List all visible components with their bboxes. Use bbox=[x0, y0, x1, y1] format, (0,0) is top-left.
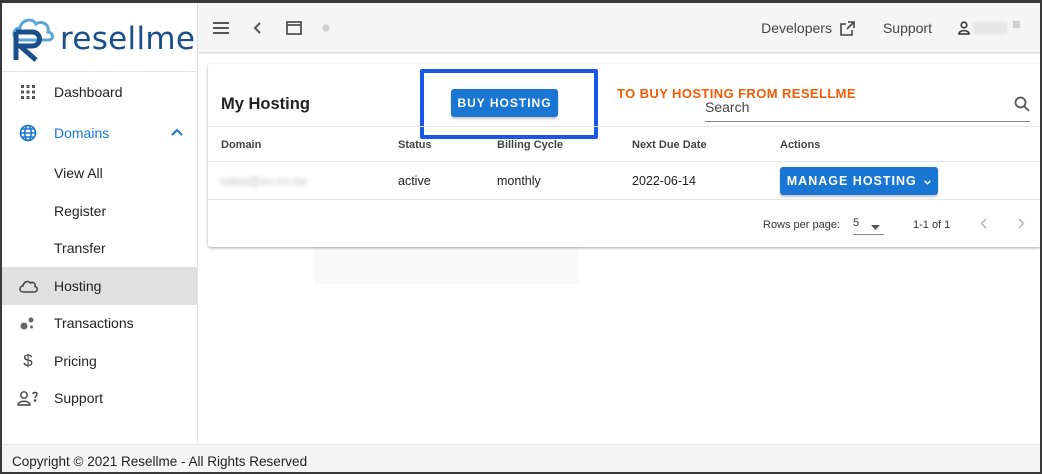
brand-name: resellme bbox=[60, 21, 196, 57]
menu-icon[interactable] bbox=[199, 21, 243, 34]
chevron-up-icon[interactable] bbox=[171, 123, 183, 139]
sidebar-item-label: Pricing bbox=[54, 352, 97, 369]
column-header-actions: Actions bbox=[780, 139, 821, 151]
account-badge bbox=[1013, 20, 1020, 28]
column-header-status[interactable]: Status bbox=[398, 139, 432, 151]
sidebar-item-label: Dashboard bbox=[54, 83, 123, 100]
globe-icon bbox=[2, 124, 54, 142]
back-chevron-icon[interactable] bbox=[243, 21, 271, 34]
column-header-billing-cycle[interactable]: Billing Cycle bbox=[497, 139, 563, 151]
search-input[interactable] bbox=[705, 96, 995, 118]
account-menu[interactable] bbox=[958, 20, 1020, 35]
copyright-text: Copyright © 2021 Resellme - All Rights R… bbox=[12, 453, 308, 469]
sidebar-item-label: View All bbox=[54, 165, 103, 182]
search-field bbox=[705, 96, 1030, 122]
grid-icon bbox=[2, 84, 54, 99]
support-link[interactable]: Support bbox=[883, 20, 932, 36]
page-title: My Hosting bbox=[221, 95, 310, 113]
buy-hosting-button[interactable]: BUY HOSTING bbox=[451, 89, 558, 117]
logo-cloud-r-icon bbox=[10, 12, 58, 62]
search-icon[interactable] bbox=[1014, 96, 1030, 117]
next-page-icon[interactable] bbox=[1018, 218, 1025, 232]
manage-hosting-button[interactable]: MANAGE HOSTING bbox=[780, 167, 938, 195]
sidebar: resellme Dashboard Domains View All Regi… bbox=[2, 3, 198, 444]
footer: Copyright © 2021 Resellme - All Rights R… bbox=[2, 444, 1040, 472]
sidebar-item-label: Hosting bbox=[54, 277, 102, 294]
pagination: Rows per page: 5 1-1 of 1 bbox=[208, 201, 1040, 246]
manage-hosting-label: MANAGE HOSTING bbox=[786, 174, 917, 188]
next-due-date-cell: 2022-06-14 bbox=[632, 174, 696, 188]
sidebar-item-domains[interactable]: Domains bbox=[2, 111, 197, 155]
sidebar-item-label: Domains bbox=[54, 124, 110, 141]
sidebar-item-hosting[interactable]: Hosting bbox=[2, 267, 197, 305]
sidebar-item-label: Register bbox=[54, 202, 107, 219]
person-help-icon bbox=[2, 390, 54, 406]
rows-per-page-select[interactable]: 5 bbox=[853, 213, 884, 235]
status-cell: active bbox=[398, 174, 431, 188]
caret-down-icon bbox=[871, 221, 880, 233]
sidebar-item-dashboard[interactable]: Dashboard bbox=[2, 73, 197, 111]
domain-cell-redacted: sales@ex.co.zw bbox=[220, 174, 307, 188]
top-bar-actions: Developers Support bbox=[761, 3, 1040, 53]
sidebar-item-support[interactable]: Support bbox=[2, 380, 197, 418]
hosting-card: My Hosting BUY HOSTING TO BUY HOSTING FR… bbox=[208, 64, 1040, 247]
sidebar-item-transactions[interactable]: Transactions bbox=[2, 305, 197, 343]
app-window: resellme Dashboard Domains View All Regi… bbox=[0, 0, 1042, 474]
developers-label: Developers bbox=[761, 20, 832, 36]
cloud-icon bbox=[2, 279, 54, 293]
pagination-range: 1-1 of 1 bbox=[913, 219, 951, 231]
chevron-down-icon bbox=[924, 174, 932, 188]
sidebar-item-pricing[interactable]: $ Pricing bbox=[2, 342, 197, 380]
status-dot-icon bbox=[317, 24, 335, 32]
column-header-domain[interactable]: Domain bbox=[221, 139, 261, 151]
window-icon[interactable] bbox=[271, 20, 317, 35]
prev-page-icon[interactable] bbox=[980, 218, 987, 232]
billing-cycle-cell: monthly bbox=[497, 174, 541, 188]
developers-link[interactable]: Developers bbox=[761, 20, 855, 36]
sidebar-item-view-all[interactable]: View All bbox=[2, 155, 197, 193]
account-icon bbox=[958, 21, 970, 35]
sidebar-item-register[interactable]: Register bbox=[2, 192, 197, 230]
sidebar-item-transfer[interactable]: Transfer bbox=[2, 230, 197, 268]
account-name-redacted bbox=[973, 22, 1007, 34]
sidebar-item-label: Transactions bbox=[54, 315, 134, 332]
table-row: sales@ex.co.zw active monthly 2022-06-14… bbox=[208, 162, 1040, 200]
top-bar: Developers Support bbox=[199, 3, 1040, 53]
main-content: My Hosting BUY HOSTING TO BUY HOSTING FR… bbox=[199, 54, 1040, 444]
column-header-next-due-date[interactable]: Next Due Date bbox=[632, 139, 707, 151]
sidebar-item-label: Transfer bbox=[54, 240, 106, 257]
logo[interactable]: resellme bbox=[2, 3, 197, 72]
rows-per-page-label: Rows per page: bbox=[763, 219, 841, 231]
sidebar-item-label: Support bbox=[54, 390, 104, 407]
table-header: Domain Status Billing Cycle Next Due Dat… bbox=[208, 126, 1040, 162]
support-label: Support bbox=[882, 20, 932, 36]
rows-per-page-value: 5 bbox=[853, 217, 860, 229]
external-link-icon bbox=[840, 20, 855, 36]
dollar-icon: $ bbox=[23, 350, 33, 370]
bubbles-icon bbox=[2, 315, 54, 331]
